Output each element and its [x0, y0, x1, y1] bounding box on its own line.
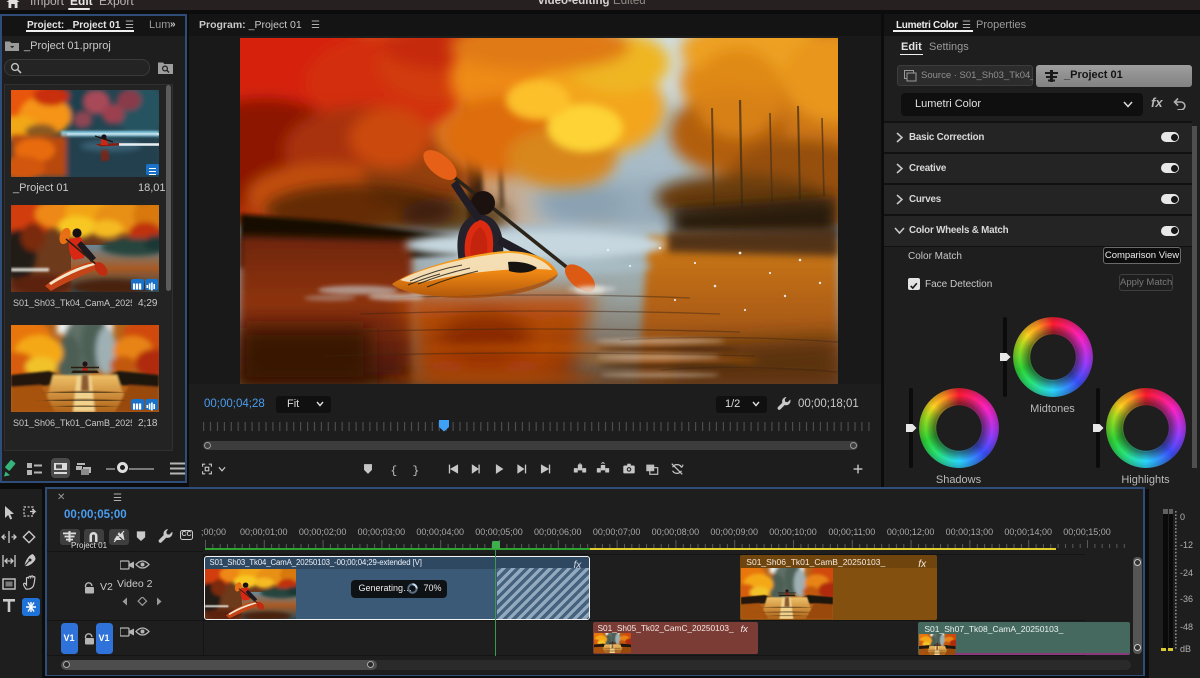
- svg-text:00;00;10;00: 00;00;10;00: [769, 527, 817, 537]
- svg-text:00;00;05;00: 00;00;05;00: [475, 527, 523, 537]
- svg-text:00;00;08;00: 00;00;08;00: [652, 527, 700, 537]
- svg-text:}: }: [412, 464, 419, 477]
- svg-text:00;00;14;00: 00;00;14;00: [1004, 527, 1052, 537]
- svg-text:{: {: [390, 464, 397, 477]
- svg-text:;00;00: ;00;00: [201, 527, 226, 537]
- svg-text:00;00;01;00: 00;00;01;00: [240, 527, 288, 537]
- svg-text:00;00;06;00: 00;00;06;00: [534, 527, 582, 537]
- svg-text:00;00;02;00: 00;00;02;00: [299, 527, 347, 537]
- svg-text:00;00;15;00: 00;00;15;00: [1063, 527, 1111, 537]
- svg-text:00;00;13;00: 00;00;13;00: [946, 527, 994, 537]
- svg-text:00;00;03;00: 00;00;03;00: [358, 527, 406, 537]
- svg-text:00;00;09;00: 00;00;09;00: [710, 527, 758, 537]
- svg-text:00;00;07;00: 00;00;07;00: [593, 527, 641, 537]
- svg-text:00;00;12;00: 00;00;12;00: [887, 527, 935, 537]
- svg-text:00;00;04;00: 00;00;04;00: [416, 527, 464, 537]
- svg-text:00;00;11;00: 00;00;11;00: [828, 527, 875, 537]
